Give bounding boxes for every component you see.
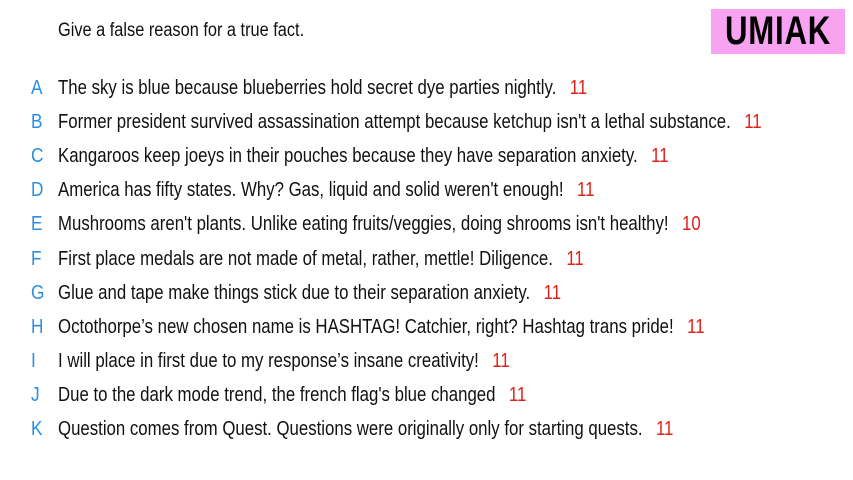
answer-score: 11 [508,384,527,407]
answer-row-d: D America has fifty states. Why? Gas, li… [0,174,853,208]
answer-letter: A [31,76,43,99]
answer-row-b: B Former president survived assassinatio… [0,105,853,139]
answer-score: 11 [577,179,595,202]
answer-text: America has fifty states. Why? Gas, liqu… [58,179,564,202]
answer-score: 11 [569,76,588,99]
answer-list: A The sky is blue because blueberries ho… [0,71,853,447]
answer-text: Glue and tape make things stick due to t… [58,281,531,304]
answer-row-f: F First place medals are not made of met… [0,242,853,276]
answer-text: Kangaroos keep joeys in their pouches be… [58,144,638,167]
answer-score: 11 [566,247,584,270]
answer-line: Former president survived assassination … [58,111,762,134]
answer-line: I will place in first due to my response… [58,350,510,373]
answer-row-e: E Mushrooms aren't plants. Unlike eating… [0,208,853,242]
answer-letter: G [31,281,45,304]
answer-letter: E [31,213,43,236]
badge-label: UMIAK [724,9,832,53]
answer-score: 11 [543,281,562,304]
answer-text: Question comes from Quest. Questions wer… [58,418,643,441]
answer-score: 11 [744,110,762,133]
name-badge: UMIAK [711,9,845,54]
answer-text: The sky is blue because blueberries hold… [58,76,557,99]
answer-row-c: C Kangaroos keep joeys in their pouches … [0,139,853,173]
answer-line: Glue and tape make things stick due to t… [58,282,561,305]
answer-score: 11 [655,418,674,441]
answer-letter: H [31,315,44,338]
answer-score: 10 [682,213,701,236]
answer-text: First place medals are not made of metal… [58,247,553,270]
answer-line: America has fifty states. Why? Gas, liqu… [58,179,594,202]
answer-row-g: G Glue and tape make things stick due to… [0,276,853,310]
answer-line: First place medals are not made of metal… [58,248,584,271]
answer-letter: C [31,144,44,167]
answer-text: Mushrooms aren't plants. Unlike eating f… [58,213,669,236]
answer-letter: B [31,110,43,133]
answer-row-k: K Question comes from Quest. Questions w… [0,413,853,447]
answer-score: 11 [651,144,669,167]
answer-row-i: I I will place in first due to my respon… [0,345,853,379]
answer-letter: J [31,384,40,407]
answer-letter: K [31,418,43,441]
answer-row-a: A The sky is blue because blueberries ho… [0,71,853,105]
answer-text: Octothorpe’s new chosen name is HASHTAG!… [58,315,674,338]
prompt-text: Give a false reason for a true fact. [58,20,305,41]
answer-line: Kangaroos keep joeys in their pouches be… [58,145,669,168]
answer-letter: D [31,179,44,202]
answer-line: Question comes from Quest. Questions wer… [58,418,673,441]
answer-score: 11 [687,315,705,338]
answer-row-h: H Octothorpe’s new chosen name is HASHTA… [0,310,853,344]
answer-letter: I [31,350,36,373]
answer-letter: F [31,247,42,270]
answer-line: Mushrooms aren't plants. Unlike eating f… [58,213,701,236]
answer-score: 11 [492,350,510,373]
answer-text: Due to the dark mode trend, the french f… [58,384,496,407]
answer-text: I will place in first due to my response… [58,350,479,373]
answer-row-j: J Due to the dark mode trend, the french… [0,379,853,413]
answer-line: Octothorpe’s new chosen name is HASHTAG!… [58,316,705,339]
answer-line: Due to the dark mode trend, the french f… [58,384,526,407]
answer-line: The sky is blue because blueberries hold… [58,77,587,100]
answer-text: Former president survived assassination … [58,110,731,133]
